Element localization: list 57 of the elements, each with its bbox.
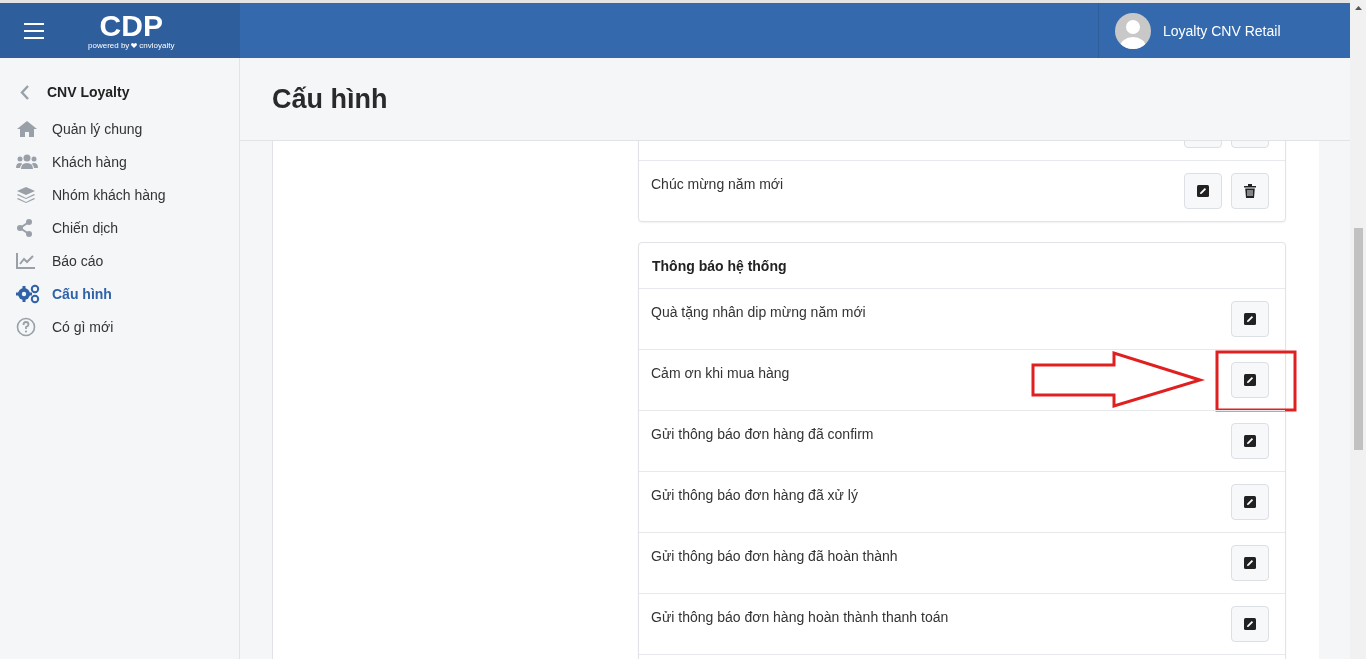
sidebar-item-label: Cấu hình [52,285,112,302]
sidebar-item[interactable]: Quản lý chung [0,112,239,145]
sidebar-item-label: Có gì mới [52,318,114,335]
menu-icon [24,22,44,39]
scrollbar-thumb[interactable] [1353,228,1363,450]
edit-icon [1244,435,1256,447]
template-name: Gửi thông báo đơn hàng đã xử lý [651,487,858,505]
edit-icon [1197,185,1209,197]
layers-icon [16,185,36,204]
edit-button[interactable] [1231,606,1269,642]
home-icon [16,119,38,138]
avatar-icon[interactable] [1115,12,1151,49]
page-title: Cấu hình [272,83,388,115]
menu-button[interactable] [24,22,44,39]
sidebar-heading: CNV Loyalty [47,84,130,100]
sidebar-item[interactable]: Có gì mới [0,310,239,343]
sidebar-item[interactable]: Nhóm khách hàng [0,178,239,211]
sidebar-item[interactable]: Cấu hình [0,277,239,310]
share-icon [16,218,34,237]
edit-icon [1244,557,1256,569]
user-name[interactable]: Loyalty CNV Retail [1163,22,1281,39]
sidebar-item[interactable]: Khách hàng [0,145,239,178]
trash-icon [1244,184,1256,198]
sidebar-item-label: Nhóm khách hàng [52,186,166,203]
sidebar-item-label: Báo cáo [52,252,104,269]
sidebar-item[interactable]: Báo cáo [0,244,239,277]
sidebar-item-label: Khách hàng [52,153,127,170]
edit-icon [1244,618,1256,630]
sidebar-item[interactable]: Chiến dịch [0,211,239,244]
delete-button[interactable] [1231,173,1269,209]
help-icon [16,316,36,337]
template-name: Cảm ơn khi mua hàng [651,365,790,383]
heart-icon [131,43,138,48]
edit-button[interactable] [1231,301,1269,337]
card-title: Thông báo hệ thống [639,243,1285,289]
logo-text: CDP [99,11,163,41]
edit-button[interactable] [1231,362,1269,398]
gears-icon [16,283,40,304]
logo-tagline: powered by [88,41,130,50]
template-name: Gửi thông báo đơn hàng hoàn thành thanh toán [651,609,949,627]
template-name: Gửi thông báo đơn hàng đã confirm [651,426,874,444]
edit-icon [1244,496,1256,508]
scroll-up-icon[interactable] [1354,6,1362,10]
template-name: Chúc mừng năm mới [651,176,784,194]
edit-button[interactable] [1231,423,1269,459]
template-name: Quà tặng nhân dip mừng năm mới [651,304,866,322]
edit-button[interactable] [1184,173,1222,209]
line-chart-icon [16,252,36,269]
sidebar-item-label: Quản lý chung [52,120,143,137]
users-icon [16,153,38,170]
edit-icon [1244,313,1256,325]
logo-brand: cnvloyalty [139,41,175,50]
sidebar-item-label: Chiến dịch [52,219,119,236]
edit-button[interactable] [1231,545,1269,581]
template-name: Gửi thông báo đơn hàng đã hoàn thành [651,548,898,566]
edit-button[interactable] [1231,484,1269,520]
edit-icon [1244,374,1256,386]
